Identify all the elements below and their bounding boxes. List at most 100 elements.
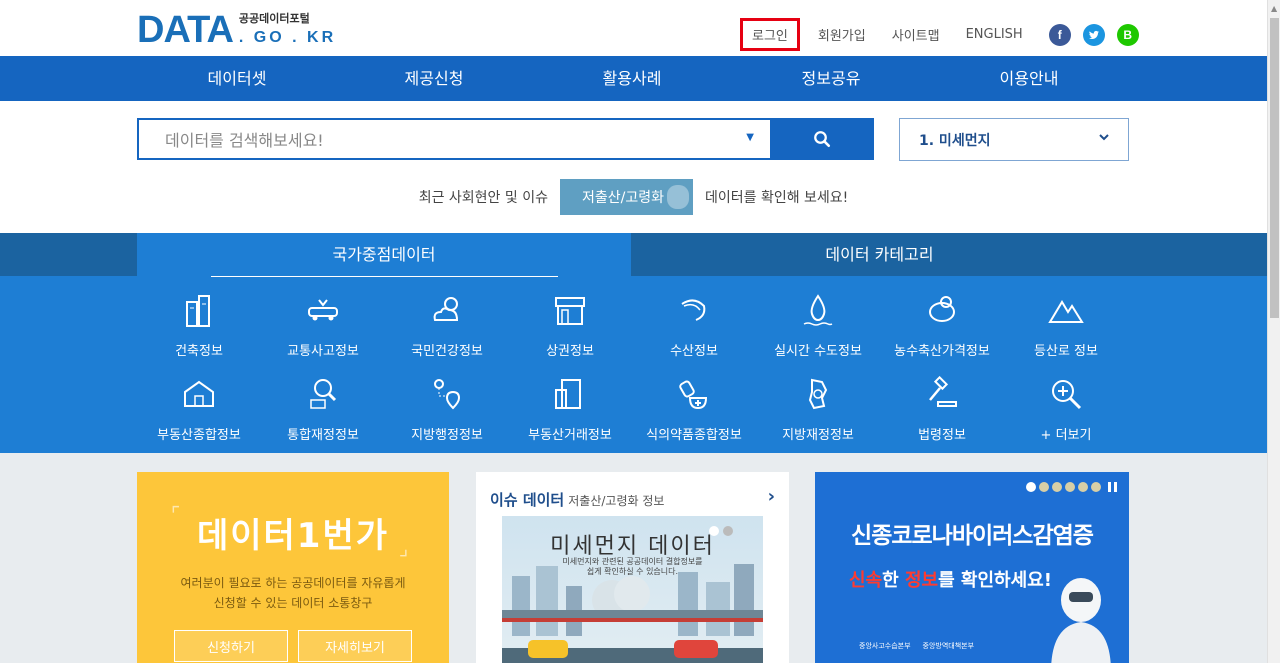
card3-pagination [1026,482,1117,492]
sitemap-link[interactable]: 사이트맵 [892,25,940,44]
icon-item-local-finance[interactable]: 지방재정정보 [753,376,883,443]
tab-underline [211,276,558,277]
data-1st-street-card[interactable]: ⌜ ⌟ 데이터1번가 여러분이 필요로 하는 공공데이터를 자유롭게 신청할 수… [137,472,449,663]
icon-item-public-health[interactable]: 국민건강정보 [382,292,512,359]
issue-prompt: 최근 사회현안 및 이슈 저출산/고령화 데이터를 확인해 보세요! [0,179,1267,215]
org-label-1: 중앙사고수습본부 [859,642,911,650]
icon-item-building[interactable]: 건축정보 [134,292,264,359]
category-tabbar: 국가중점데이터 데이터 카테고리 [0,233,1267,277]
scroll-up-arrow-icon[interactable]: ▲ [1271,4,1277,13]
icon-label: 수산정보 [670,344,718,359]
org-label-2: 중앙방역대책본부 [922,642,975,650]
card1-title: 데이터1번가 [196,516,390,556]
chevron-down-icon [1098,131,1110,147]
icon-item-fisheries[interactable]: 수산정보 [629,292,759,359]
chevron-right-icon[interactable]: › [768,486,775,507]
search-input[interactable]: 데이터를 검색해보세요! ▼ [137,118,770,160]
icon-label: 등산로 정보 [1034,344,1098,359]
card1-desc-line2: 신청할 수 있는 데이터 소통창구 [213,596,373,610]
menu-dataset[interactable]: 데이터셋 [147,56,327,101]
pagination-dot[interactable] [1039,482,1049,492]
card2-header: 이슈 데이터 저출산/고령화 정보 [490,489,664,510]
card2-pagination[interactable] [709,526,733,536]
page: DATA 공공데이터포털 . GO . KR 로그인 회원가입 사이트맵 ENG… [0,0,1280,663]
fine-dust-desc-line1: 미세먼지와 관련된 공공데이터 결합정보를 [562,557,703,566]
pointer-hand-icon [666,185,689,209]
main-menu: 데이터셋 제공신청 활용사례 정보공유 이용안내 [0,56,1267,101]
search-button[interactable] [770,118,874,160]
icon-label: 국민건강정보 [411,344,483,359]
pause-icon[interactable] [1108,482,1111,492]
search-placeholder: 데이터를 검색해보세요! [165,131,324,150]
card1-desc: 여러분이 필요로 하는 공공데이터를 자유롭게 신청할 수 있는 데이터 소통창… [137,573,449,613]
pagination-dot[interactable] [1026,482,1036,492]
sns-links: f B [1048,23,1139,46]
blog-icon[interactable]: B [1116,23,1139,46]
covid-subtitle-b: 한 [882,570,905,591]
fine-dust-desc-line2: 쉽게 확인하실 수 있습니다. [586,567,679,576]
icon-item-more[interactable]: + 더보기 [1001,376,1131,443]
scrollbar-thumb[interactable] [1270,18,1279,318]
card2-header-sub: 저출산/고령화 정보 [568,494,665,508]
issue-topic-button[interactable]: 저출산/고령화 [559,179,693,215]
icon-item-commercial-area[interactable]: 상권정보 [505,292,635,359]
menu-guide[interactable]: 이용안내 [939,56,1119,101]
pagination-dot[interactable] [1078,482,1088,492]
login-link[interactable]: 로그인 [740,18,800,51]
icon-item-local-admin[interactable]: 지방행정정보 [382,376,512,443]
details-button[interactable]: 자세히보기 [298,630,412,662]
logo-sub-text: 공공데이터포털 [238,12,310,25]
signup-link[interactable]: 회원가입 [818,25,866,44]
pagination-dot[interactable] [1091,482,1101,492]
icon-item-hiking-trail[interactable]: 등산로 정보 [1001,292,1131,359]
issue-select[interactable]: 1. 미세먼지 [899,118,1129,161]
fine-dust-illustration[interactable]: 미세먼지 데이터 미세먼지와 관련된 공공데이터 결합정보를 쉽게 확인하실 수… [502,516,763,663]
vertical-scrollbar[interactable]: ▲ [1267,0,1280,663]
issue-data-card[interactable]: 이슈 데이터 저출산/고령화 정보 › 미세먼지 데이터 미세먼지와 관련된 공… [476,472,789,663]
icon-label: 통합재정정보 [287,428,359,443]
covid19-banner-card[interactable]: 신종코로나바이러스감염증 신속한 정보를 확인하세요! 중앙사고수습본부 중앙방… [815,472,1129,663]
icon-item-real-estate[interactable]: 부동산종합정보 [134,376,264,443]
pagination-dot[interactable] [1052,482,1062,492]
icon-label: 상권정보 [546,344,594,359]
site-logo[interactable]: DATA 공공데이터포털 . GO . KR [137,9,336,51]
facebook-icon[interactable]: f [1048,23,1071,46]
map-pin-icon [434,379,461,410]
icon-item-agri-price[interactable]: 농수축산가격정보 [877,292,1007,359]
gavel-icon [929,375,957,407]
pagination-dot[interactable] [709,526,719,536]
pause-icon[interactable] [1114,482,1117,492]
covid-subtitle-d: 를 확인하세요! [938,570,1052,591]
medicine-icon [679,380,708,410]
twitter-icon[interactable] [1082,23,1105,46]
icon-item-integrated-finance[interactable]: 통합재정정보 [258,376,388,443]
icon-item-real-estate-trade[interactable]: 부동산거래정보 [505,376,635,443]
issue-select-value: 1. 미세먼지 [919,132,991,149]
apply-button[interactable]: 신청하기 [174,630,288,662]
icon-item-law[interactable]: 법령정보 [877,375,1007,443]
icon-item-realtime-water[interactable]: 실시간 수도정보 [753,292,883,359]
pagination-dot[interactable] [723,526,733,536]
card1-desc-line1: 여러분이 필요로 하는 공공데이터를 자유롭게 [180,576,406,590]
icon-label: 건축정보 [175,344,223,359]
menu-provide-request[interactable]: 제공신청 [344,56,524,101]
icon-item-food-drug[interactable]: 식의약품종합정보 [629,376,759,443]
mountain-icon [1048,300,1084,323]
menu-info-sharing[interactable]: 정보공유 [741,56,921,101]
logo-main-text: DATA [137,9,234,51]
shrimp-icon [681,299,706,321]
english-link[interactable]: ENGLISH [966,27,1023,42]
tab-data-category[interactable]: 데이터 카테고리 [631,233,1128,276]
pagination-dot[interactable] [1065,482,1075,492]
icon-item-traffic-accident[interactable]: 교통사고정보 [258,292,388,359]
building-document-icon [555,379,581,409]
issue-topic-label: 저출산/고령화 [581,190,664,206]
caret-down-icon[interactable]: ▼ [746,132,754,143]
icon-label: 부동산종합정보 [157,428,241,443]
zoom-plus-icon [1052,380,1082,410]
menu-use-cases[interactable]: 활용사례 [542,56,722,101]
icon-label: 식의약품종합정보 [646,428,742,443]
data-category-section: 국가중점데이터 데이터 카테고리 건축정보 교통사고정보 국민건강정보 상권정보… [0,233,1267,453]
building-icon [186,295,210,327]
tab-national-key-data[interactable]: 국가중점데이터 [137,233,631,277]
